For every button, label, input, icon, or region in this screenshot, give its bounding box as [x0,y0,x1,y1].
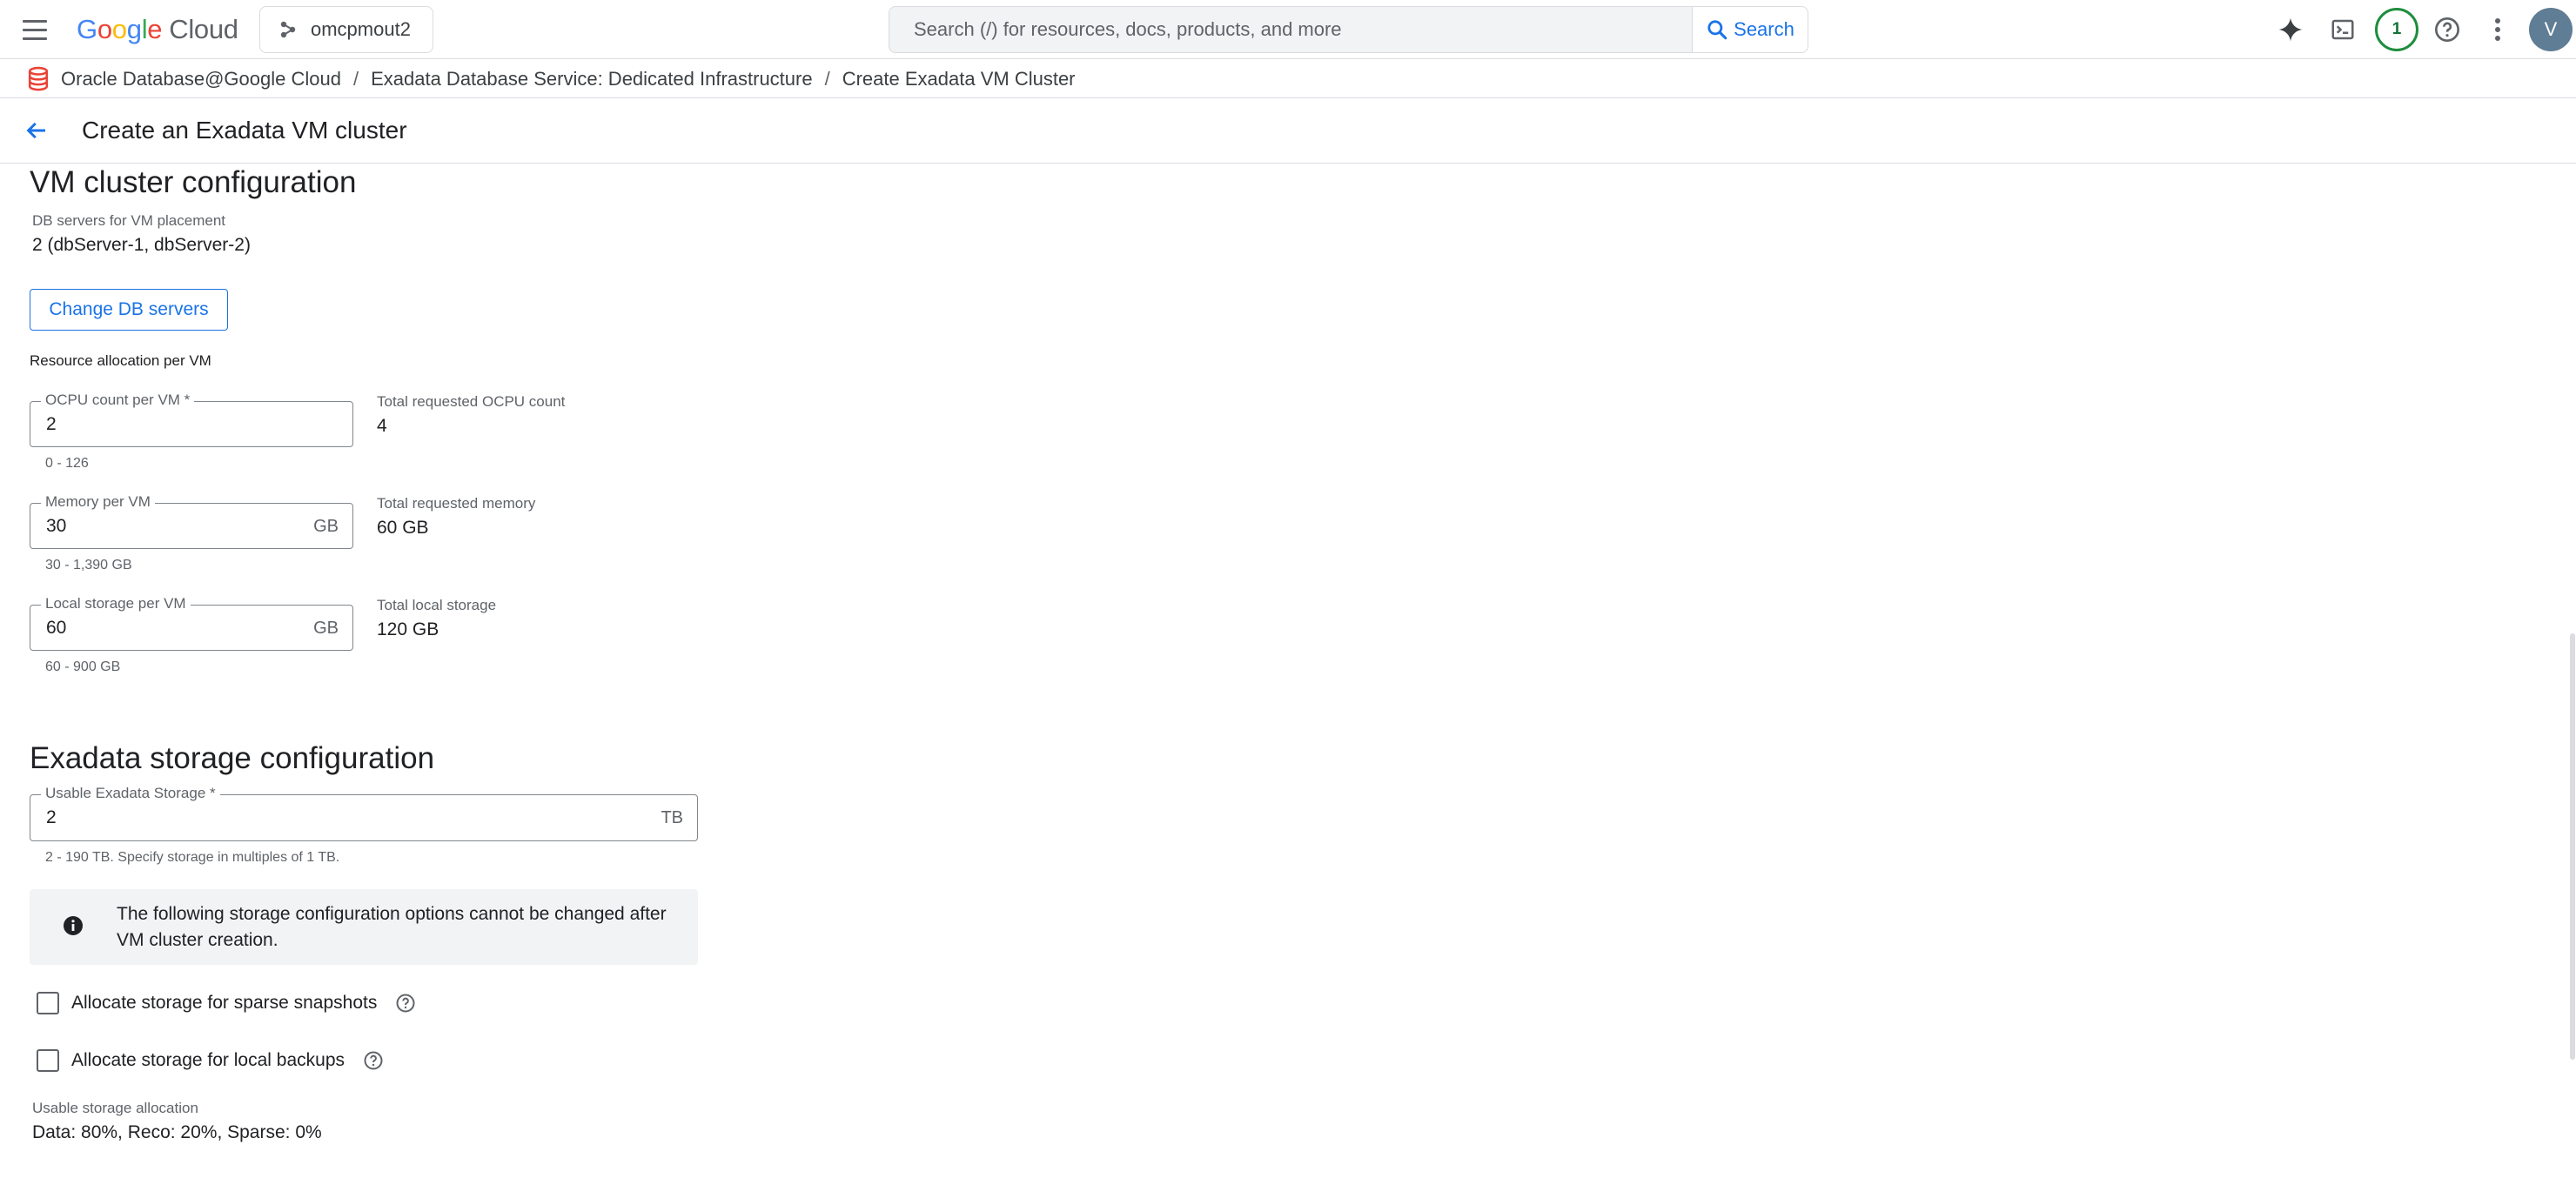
logo-letter: o [97,14,112,44]
memory-per-vm-value: 30 [46,516,67,536]
total-local-storage-value: 120 GB [377,619,439,639]
logo-cloud: Cloud [169,14,238,44]
search-button[interactable]: Search [1693,6,1808,53]
breadcrumb-separator: / [352,67,359,90]
usable-exadata-storage-label: Usable Exadata Storage * [41,785,220,802]
top-app-bar: Google Cloud omcpmout2 Search (/) for re… [0,0,2576,59]
ocpu-count-value: 2 [46,414,57,434]
menu-icon[interactable] [17,12,52,47]
local-storage-per-vm-hint: 60 - 900 GB [45,659,121,674]
total-ocpu-value: 4 [377,416,387,436]
info-icon [64,916,83,935]
memory-per-vm-label: Memory per VM [41,493,155,511]
local-backups-help-icon[interactable] [363,1050,384,1071]
usable-storage-allocation-label: Usable storage allocation [32,1100,198,1116]
back-arrow-icon[interactable] [19,113,54,148]
memory-per-vm-field[interactable]: Memory per VM 30 GB [30,493,353,549]
vm-cluster-heading: VM cluster configuration [30,165,357,199]
ocpu-count-field[interactable]: OCPU count per VM * 2 [30,392,353,447]
total-local-storage-label: Total local storage [377,597,497,613]
ocpu-count-label: OCPU count per VM * [41,392,195,409]
breadcrumb-separator: / [824,67,830,90]
breadcrumb-item-current: Create Exadata VM Cluster [842,67,1076,90]
usable-exadata-storage-field[interactable]: Usable Exadata Storage * 2 TB [30,785,698,841]
local-storage-per-vm-value: 60 [46,618,67,638]
logo-letter: g [126,14,142,44]
logo-google: Google [77,14,163,45]
storage-info-banner: The following storage configuration opti… [30,889,698,965]
db-servers-value: 2 (dbServer-1, dbServer-2) [32,235,251,255]
project-name: omcpmout2 [311,18,411,40]
breadcrumb: Oracle Database@Google Cloud / Exadata D… [0,60,2576,98]
exadata-storage-heading: Exadata storage configuration [30,741,435,775]
breadcrumb-item-oracle-database[interactable]: Oracle Database@Google Cloud [61,68,341,90]
change-db-servers-button[interactable]: Change DB servers [30,289,228,331]
gemini-icon[interactable] [2273,12,2308,47]
local-storage-unit-suffix: GB [313,619,339,638]
project-icon [280,21,296,38]
usable-storage-unit-suffix: TB [661,808,683,827]
search-icon [1707,20,1727,40]
memory-per-vm-hint: 30 - 1,390 GB [45,558,132,572]
sparse-snapshots-label[interactable]: Allocate storage for sparse snapshots [71,993,377,1014]
sparse-snapshots-checkbox[interactable] [37,992,59,1014]
local-backups-label[interactable]: Allocate storage for local backups [71,1050,345,1071]
resource-allocation-label: Resource allocation per VM [30,352,211,369]
usable-exadata-storage-hint: 2 - 190 TB. Specify storage in multiples… [45,850,340,865]
storage-info-text: The following storage configuration opti… [117,904,667,950]
search-placeholder: Search (/) for resources, docs, products… [914,18,1342,40]
logo-letter: o [111,14,127,44]
notifications-badge[interactable]: 1 [2375,8,2418,51]
scrollbar[interactable] [2567,164,2576,1178]
database-icon [28,66,49,90]
total-memory-label: Total requested memory [377,495,536,512]
logo-letter: G [77,14,97,44]
breadcrumb-item-exadata-service[interactable]: Exadata Database Service: Dedicated Infr… [371,68,813,90]
ocpu-count-hint: 0 - 126 [45,456,89,471]
more-vert-icon[interactable] [2480,12,2515,47]
search-input[interactable]: Search (/) for resources, docs, products… [889,6,1693,53]
local-storage-per-vm-field[interactable]: Local storage per VM 60 GB [30,595,353,651]
sparse-snapshots-help-icon[interactable] [395,993,416,1014]
total-memory-value: 60 GB [377,518,429,538]
usable-exadata-storage-value: 2 [46,807,57,827]
cloud-shell-icon[interactable] [2325,12,2360,47]
page-header: Create an Exadata VM cluster [0,99,2576,164]
google-cloud-logo[interactable]: Google Cloud [77,12,238,47]
total-ocpu-label: Total requested OCPU count [377,393,566,410]
usable-storage-allocation-value: Data: 80%, Reco: 20%, Sparse: 0% [32,1122,322,1142]
db-servers-label: DB servers for VM placement [32,212,226,229]
local-backups-checkbox[interactable] [37,1049,59,1072]
memory-unit-suffix: GB [313,517,339,536]
help-icon[interactable] [2430,12,2465,47]
project-picker-button[interactable]: omcpmout2 [259,6,433,53]
page-title: Create an Exadata VM cluster [82,117,407,144]
local-storage-per-vm-label: Local storage per VM [41,595,191,612]
scrollbar-thumb[interactable] [2570,633,2575,1060]
logo-letter: e [147,14,163,44]
search-button-label: Search [1734,18,1794,40]
avatar[interactable]: V [2529,8,2573,51]
